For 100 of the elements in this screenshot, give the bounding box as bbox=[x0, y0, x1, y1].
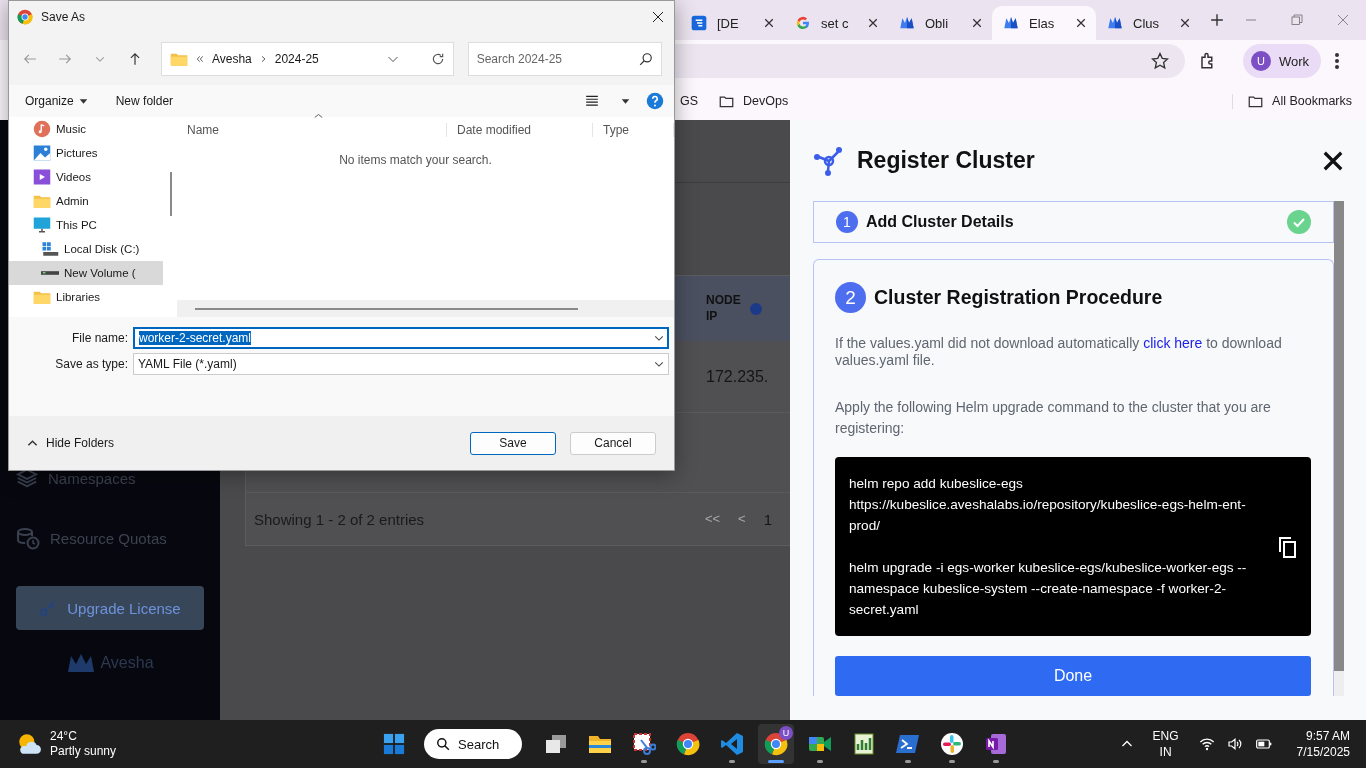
caret-down-icon bbox=[78, 96, 88, 106]
bookmark[interactable]: GS bbox=[680, 94, 699, 108]
clock-time[interactable]: 9:57 AM bbox=[1305, 728, 1350, 744]
folder-icon bbox=[1247, 93, 1265, 109]
command-text: helm upgrade -i egs-worker kubeslice-egs/kubeslice-worker-egs --namespace kubeslice-system --create-namespace -f worker-2-secret.yaml bbox=[849, 559, 1248, 619]
temperature: 24°C bbox=[50, 729, 78, 744]
caret-down-icon bbox=[621, 96, 630, 106]
film-icon bbox=[33, 168, 51, 186]
column-header[interactable]: Name bbox=[177, 123, 447, 137]
close-icon bbox=[1076, 18, 1086, 28]
logo-text: Avesha bbox=[100, 654, 154, 672]
browser-tab[interactable]: Obli bbox=[888, 6, 992, 40]
command-text: helm repo add kubeslice-egs https://kubeslice.aveshalabs.io/repository/kubeslice-egs-helm-ent-prod/ bbox=[849, 475, 1247, 535]
arrow-right-icon bbox=[58, 52, 73, 66]
star-icon bbox=[1151, 52, 1169, 70]
entries-count: Showing 1 - 2 of 2 entries bbox=[254, 510, 425, 528]
done-button[interactable]: Done bbox=[835, 656, 1311, 696]
disk-drive-icon bbox=[41, 240, 59, 258]
window-title: Save As bbox=[41, 10, 87, 24]
folder-tree-item[interactable]: Libraries bbox=[9, 285, 163, 309]
step-header[interactable]: 1 Add Cluster Details bbox=[813, 201, 1334, 243]
browser-tab[interactable]: Clus bbox=[1096, 6, 1200, 40]
language[interactable]: ENG bbox=[1152, 728, 1179, 744]
region[interactable]: IN bbox=[1159, 744, 1172, 760]
folder-tree-item[interactable]: Admin bbox=[9, 189, 163, 213]
scrollbar-thumb[interactable] bbox=[195, 307, 578, 310]
step-title: Add Cluster Details bbox=[866, 213, 1015, 231]
search-field[interactable]: Search 2024-25 bbox=[467, 42, 662, 76]
hide-folders-button[interactable]: Hide Folders bbox=[21, 435, 121, 451]
search-button[interactable]: Search bbox=[424, 729, 522, 759]
battery-icon bbox=[1254, 736, 1273, 752]
ribbon-logo-icon bbox=[720, 732, 744, 756]
folder-tree-item[interactable]: Music bbox=[9, 117, 163, 141]
step-number: 2 bbox=[835, 282, 866, 313]
all-bookmarks-button[interactable]: All Bookmarks bbox=[1232, 93, 1352, 109]
folder-tree-item[interactable]: This PC bbox=[9, 213, 163, 237]
board-icon bbox=[691, 15, 707, 31]
new-folder-button[interactable]: New folder bbox=[115, 94, 174, 108]
help-button[interactable] bbox=[646, 92, 664, 110]
cancel-button[interactable]: Cancel bbox=[570, 431, 656, 455]
close-button[interactable] bbox=[1322, 149, 1344, 172]
browser-tab[interactable]: [DE bbox=[680, 6, 784, 40]
folder-icon bbox=[718, 93, 736, 109]
column-header[interactable]: Type bbox=[593, 123, 674, 137]
notebook-icon bbox=[984, 732, 1008, 756]
view-menu[interactable] bbox=[585, 94, 630, 108]
chart-page-icon bbox=[852, 732, 876, 756]
network-icon bbox=[813, 144, 845, 177]
copy-icon[interactable] bbox=[1277, 535, 1297, 558]
monitor-icon bbox=[33, 216, 51, 234]
save-button[interactable]: Save bbox=[470, 431, 556, 455]
field-label: Save as type: bbox=[54, 357, 129, 371]
crown-icon bbox=[1107, 15, 1123, 31]
close-icon bbox=[1337, 14, 1349, 26]
file-name-field[interactable]: worker-2-secret.yaml bbox=[133, 327, 669, 349]
step-title: Cluster Registration Procedure bbox=[874, 286, 1163, 309]
crown-icon bbox=[1003, 15, 1019, 31]
bookmark-folder[interactable]: DevOps bbox=[718, 93, 789, 109]
list-view-icon bbox=[585, 94, 599, 108]
taskbar-app[interactable]: U bbox=[758, 724, 794, 764]
search-icon bbox=[436, 737, 450, 751]
instruction-text: Apply the following Helm upgrade command to the cluster that you are registering: bbox=[835, 398, 1272, 438]
chevron-down-icon bbox=[654, 333, 664, 343]
scrollbar-thumb[interactable] bbox=[170, 172, 172, 216]
folder-tree-item[interactable]: Videos bbox=[9, 165, 163, 189]
folder-tree-item[interactable]: Local Disk (C:) bbox=[9, 237, 163, 261]
speaker-icon bbox=[1226, 736, 1243, 752]
round-logo-icon bbox=[764, 732, 788, 756]
profile-button[interactable]: U Work bbox=[1243, 44, 1322, 78]
download-note: If the values.yaml did not download automatically click here to download values.yaml file. bbox=[835, 335, 1283, 369]
folder-tree-item[interactable]: New Volume ( bbox=[9, 261, 163, 285]
browser-tab[interactable]: Elas bbox=[992, 6, 1096, 40]
window-stack-icon bbox=[544, 732, 568, 756]
sort-caret-icon bbox=[314, 113, 323, 119]
refresh-icon bbox=[430, 52, 445, 66]
scrollbar-thumb[interactable] bbox=[1334, 201, 1344, 672]
folder-tree-item[interactable]: Pictures bbox=[9, 141, 163, 165]
arrow-left-icon bbox=[23, 52, 38, 66]
panel-title: Register Cluster bbox=[857, 147, 1036, 174]
organize-menu[interactable]: Organize bbox=[25, 94, 88, 108]
chevron-right-icon bbox=[259, 55, 267, 63]
plus-icon bbox=[1210, 13, 1224, 27]
g-logo-icon bbox=[795, 15, 811, 31]
crown-logo-icon bbox=[66, 652, 97, 674]
menu-icon bbox=[1335, 53, 1340, 69]
file-type-dropdown[interactable]: YAML File (*.yaml) bbox=[133, 353, 669, 375]
close-icon bbox=[1180, 18, 1190, 28]
windows-icon bbox=[383, 733, 405, 755]
column-header[interactable]: Date modified bbox=[447, 123, 593, 137]
help-icon bbox=[646, 92, 664, 110]
coins-icon bbox=[16, 526, 40, 550]
restore-icon bbox=[1291, 14, 1303, 26]
music-note-icon bbox=[33, 120, 51, 138]
click-here-link[interactable]: click here bbox=[1143, 335, 1203, 351]
column-header: NODE IP bbox=[706, 292, 740, 325]
clock-date[interactable]: 7/15/2025 bbox=[1296, 744, 1350, 760]
browser-tab[interactable]: set c bbox=[784, 6, 888, 40]
address-field[interactable]: Avesha 2024-25 bbox=[160, 42, 454, 76]
chevron-down-icon bbox=[95, 54, 106, 64]
double-chevron-left-icon bbox=[195, 55, 204, 63]
